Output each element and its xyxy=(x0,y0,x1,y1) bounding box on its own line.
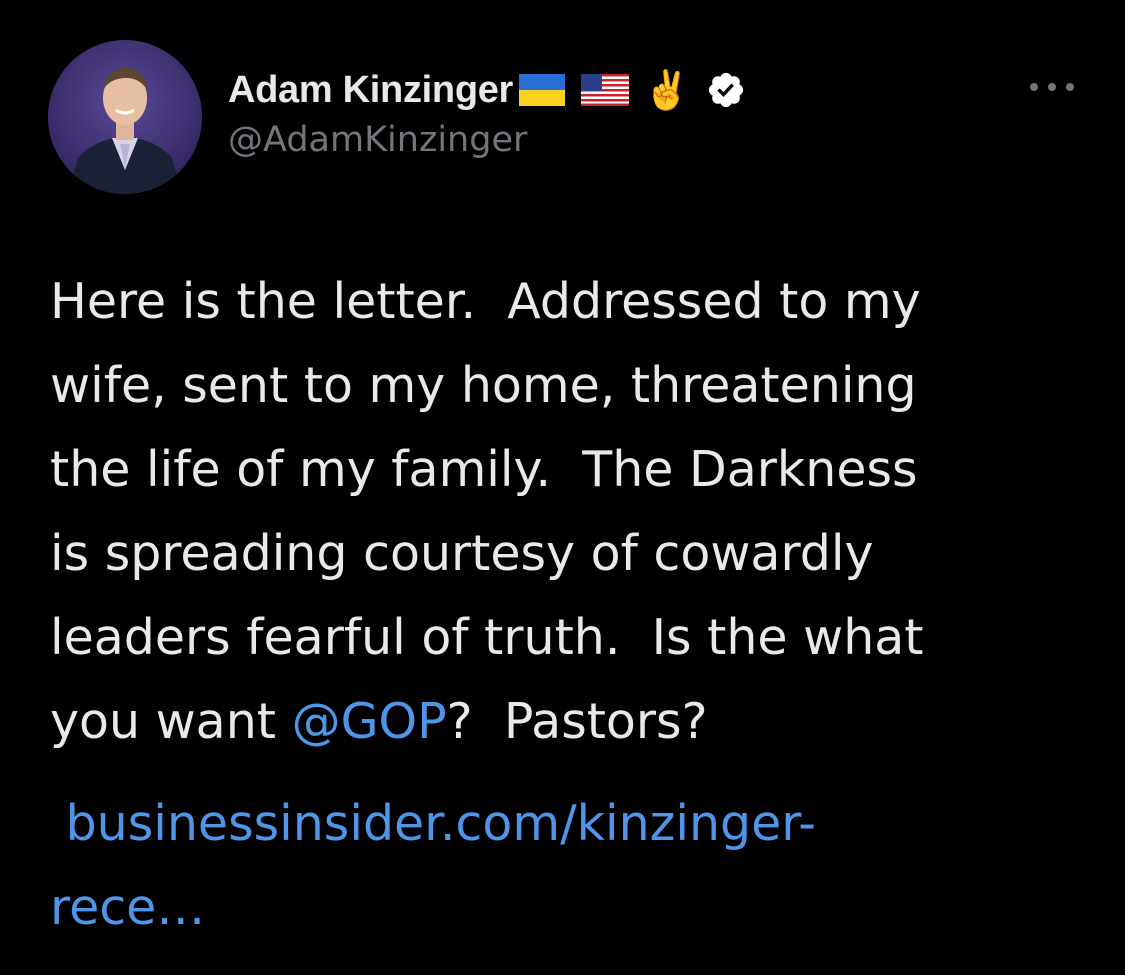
us-flag-icon xyxy=(581,74,630,106)
more-dot xyxy=(1066,83,1074,91)
tweet-line: the life of my family. The Darkness xyxy=(50,441,918,498)
more-dot xyxy=(1048,83,1056,91)
article-link[interactable]: businessinsider.com/kinzinger- rece… xyxy=(50,782,1050,950)
tweet-text: Here is the letter. Addressed to my wife… xyxy=(50,260,1070,764)
link-line[interactable]: businessinsider.com/kinzinger- xyxy=(50,782,1050,866)
tweet-line: Here is the letter. Addressed to my xyxy=(50,273,921,330)
tweet-text-segment: you want xyxy=(50,693,292,750)
victory-hand-icon: ✌️ xyxy=(643,68,691,112)
more-dot xyxy=(1030,83,1038,91)
mention-link[interactable]: @GOP xyxy=(292,693,447,750)
user-handle[interactable]: @AdamKinzinger xyxy=(228,120,527,160)
display-name[interactable]: Adam Kinzinger xyxy=(228,69,513,112)
verified-badge-icon xyxy=(706,70,746,110)
tweet-line: is spreading courtesy of cowardly xyxy=(50,525,874,582)
link-line[interactable]: rece… xyxy=(50,866,1050,950)
ukraine-flag-icon xyxy=(519,74,566,106)
more-options-icon[interactable] xyxy=(1028,76,1076,98)
tweet: Adam Kinzinger ✌️ @AdamKinzinger Here is… xyxy=(0,0,1125,975)
tweet-text-segment: ? Pastors? xyxy=(446,693,708,750)
tweet-line-last: you want @GOP? Pastors? xyxy=(50,680,1070,764)
name-row: Adam Kinzinger ✌️ xyxy=(228,66,746,114)
tweet-line: leaders fearful of truth. Is the what xyxy=(50,609,924,666)
tweet-line: wife, sent to my home, threatening xyxy=(50,357,917,414)
avatar[interactable] xyxy=(48,40,202,194)
